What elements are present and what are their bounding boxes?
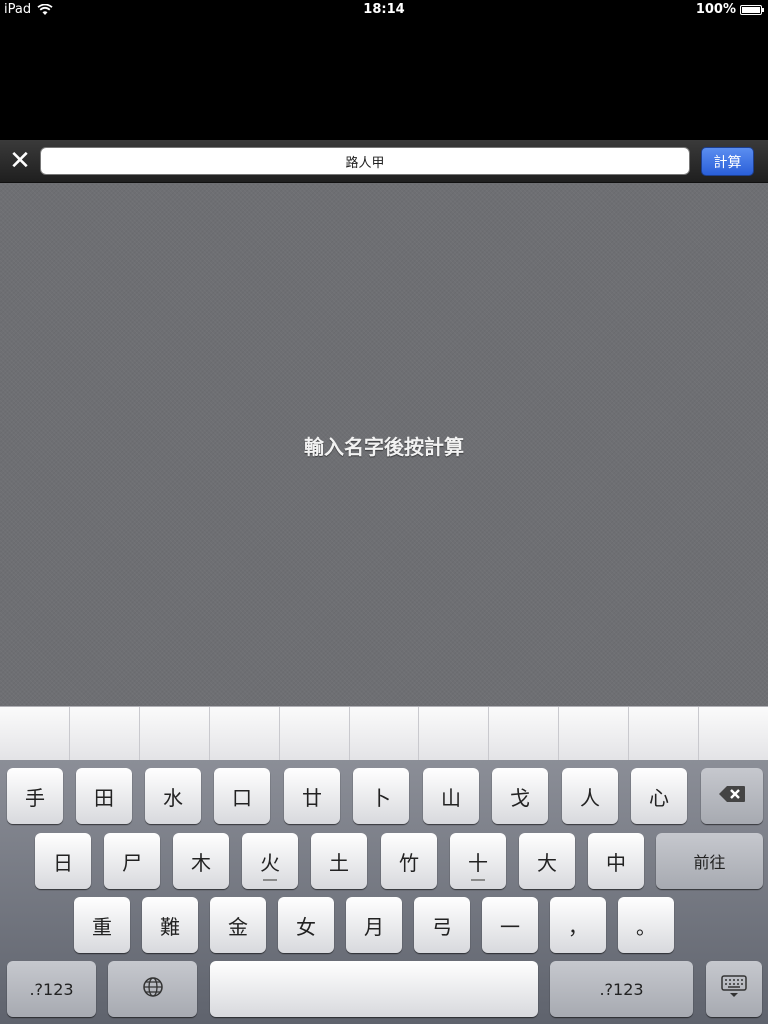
key-mu[interactable]: 木 bbox=[173, 833, 229, 889]
status-bar: iPad 18:14 100% bbox=[0, 0, 768, 20]
clock: 18:14 bbox=[363, 2, 405, 17]
key-zhong-heavy[interactable]: 重 bbox=[74, 897, 130, 953]
backspace-key[interactable] bbox=[701, 768, 763, 824]
key-period[interactable]: 。 bbox=[618, 897, 674, 953]
key-nan[interactable]: 難 bbox=[142, 897, 198, 953]
calculate-button[interactable]: 計算 bbox=[701, 147, 754, 176]
candidate-slot[interactable] bbox=[559, 707, 630, 761]
battery-percent: 100% bbox=[695, 2, 736, 17]
numbers-mode-key-left[interactable]: .?123 bbox=[7, 961, 96, 1017]
key-jin[interactable]: 金 bbox=[210, 897, 266, 953]
key-xin[interactable]: 心 bbox=[631, 768, 687, 824]
key-tu[interactable]: 土 bbox=[311, 833, 367, 889]
key-kou[interactable]: 口 bbox=[214, 768, 270, 824]
keyboard: 手 田 水 口 廿 卜 山 戈 人 心 日 尸 木 火 土 竹 十 大 中 前往… bbox=[0, 760, 768, 1024]
candidate-slot[interactable] bbox=[280, 707, 350, 761]
candidate-slot[interactable] bbox=[350, 707, 420, 761]
key-ge[interactable]: 戈 bbox=[492, 768, 548, 824]
key-yi[interactable]: 一 bbox=[482, 897, 538, 953]
globe-icon bbox=[142, 976, 164, 1003]
candidate-slot[interactable] bbox=[629, 707, 700, 761]
search-toolbar: ✕ 計算 bbox=[0, 140, 768, 183]
instruction-text: 輸入名字後按計算 bbox=[304, 435, 464, 459]
key-nian[interactable]: 廿 bbox=[284, 768, 340, 824]
key-shi-ten[interactable]: 十 bbox=[450, 833, 506, 889]
candidate-bar bbox=[0, 706, 768, 761]
key-bu[interactable]: 卜 bbox=[353, 768, 409, 824]
space-key[interactable] bbox=[210, 961, 538, 1017]
battery-icon bbox=[740, 4, 764, 15]
key-yue[interactable]: 月 bbox=[346, 897, 402, 953]
key-shi[interactable]: 尸 bbox=[104, 833, 160, 889]
key-shui[interactable]: 水 bbox=[145, 768, 201, 824]
candidate-slot[interactable] bbox=[140, 707, 210, 761]
candidate-slot[interactable] bbox=[0, 707, 70, 761]
key-ren[interactable]: 人 bbox=[562, 768, 618, 824]
return-key[interactable]: 前往 bbox=[656, 833, 763, 889]
candidate-slot[interactable] bbox=[419, 707, 490, 761]
key-zhu[interactable]: 竹 bbox=[381, 833, 437, 889]
candidate-slot[interactable] bbox=[70, 707, 140, 761]
hide-keyboard-key[interactable] bbox=[706, 961, 762, 1017]
key-huo[interactable]: 火 bbox=[242, 833, 298, 889]
keyboard-hide-icon bbox=[721, 974, 747, 1004]
key-ri[interactable]: 日 bbox=[35, 833, 91, 889]
key-shou[interactable]: 手 bbox=[7, 768, 63, 824]
key-nv[interactable]: 女 bbox=[278, 897, 334, 953]
key-gong[interactable]: 弓 bbox=[414, 897, 470, 953]
key-comma[interactable]: ， bbox=[550, 897, 606, 953]
globe-key[interactable] bbox=[108, 961, 197, 1017]
key-zhong[interactable]: 中 bbox=[588, 833, 644, 889]
name-input[interactable] bbox=[40, 147, 690, 175]
candidate-slot[interactable] bbox=[489, 707, 560, 761]
numbers-mode-key-right[interactable]: .?123 bbox=[550, 961, 693, 1017]
content-area: 輸入名字後按計算 bbox=[0, 183, 768, 706]
close-icon[interactable]: ✕ bbox=[8, 148, 32, 174]
backspace-icon bbox=[718, 784, 746, 808]
key-da[interactable]: 大 bbox=[519, 833, 575, 889]
key-shan[interactable]: 山 bbox=[423, 768, 479, 824]
candidate-slot[interactable] bbox=[699, 707, 768, 761]
key-tian[interactable]: 田 bbox=[76, 768, 132, 824]
candidate-slot[interactable] bbox=[210, 707, 280, 761]
